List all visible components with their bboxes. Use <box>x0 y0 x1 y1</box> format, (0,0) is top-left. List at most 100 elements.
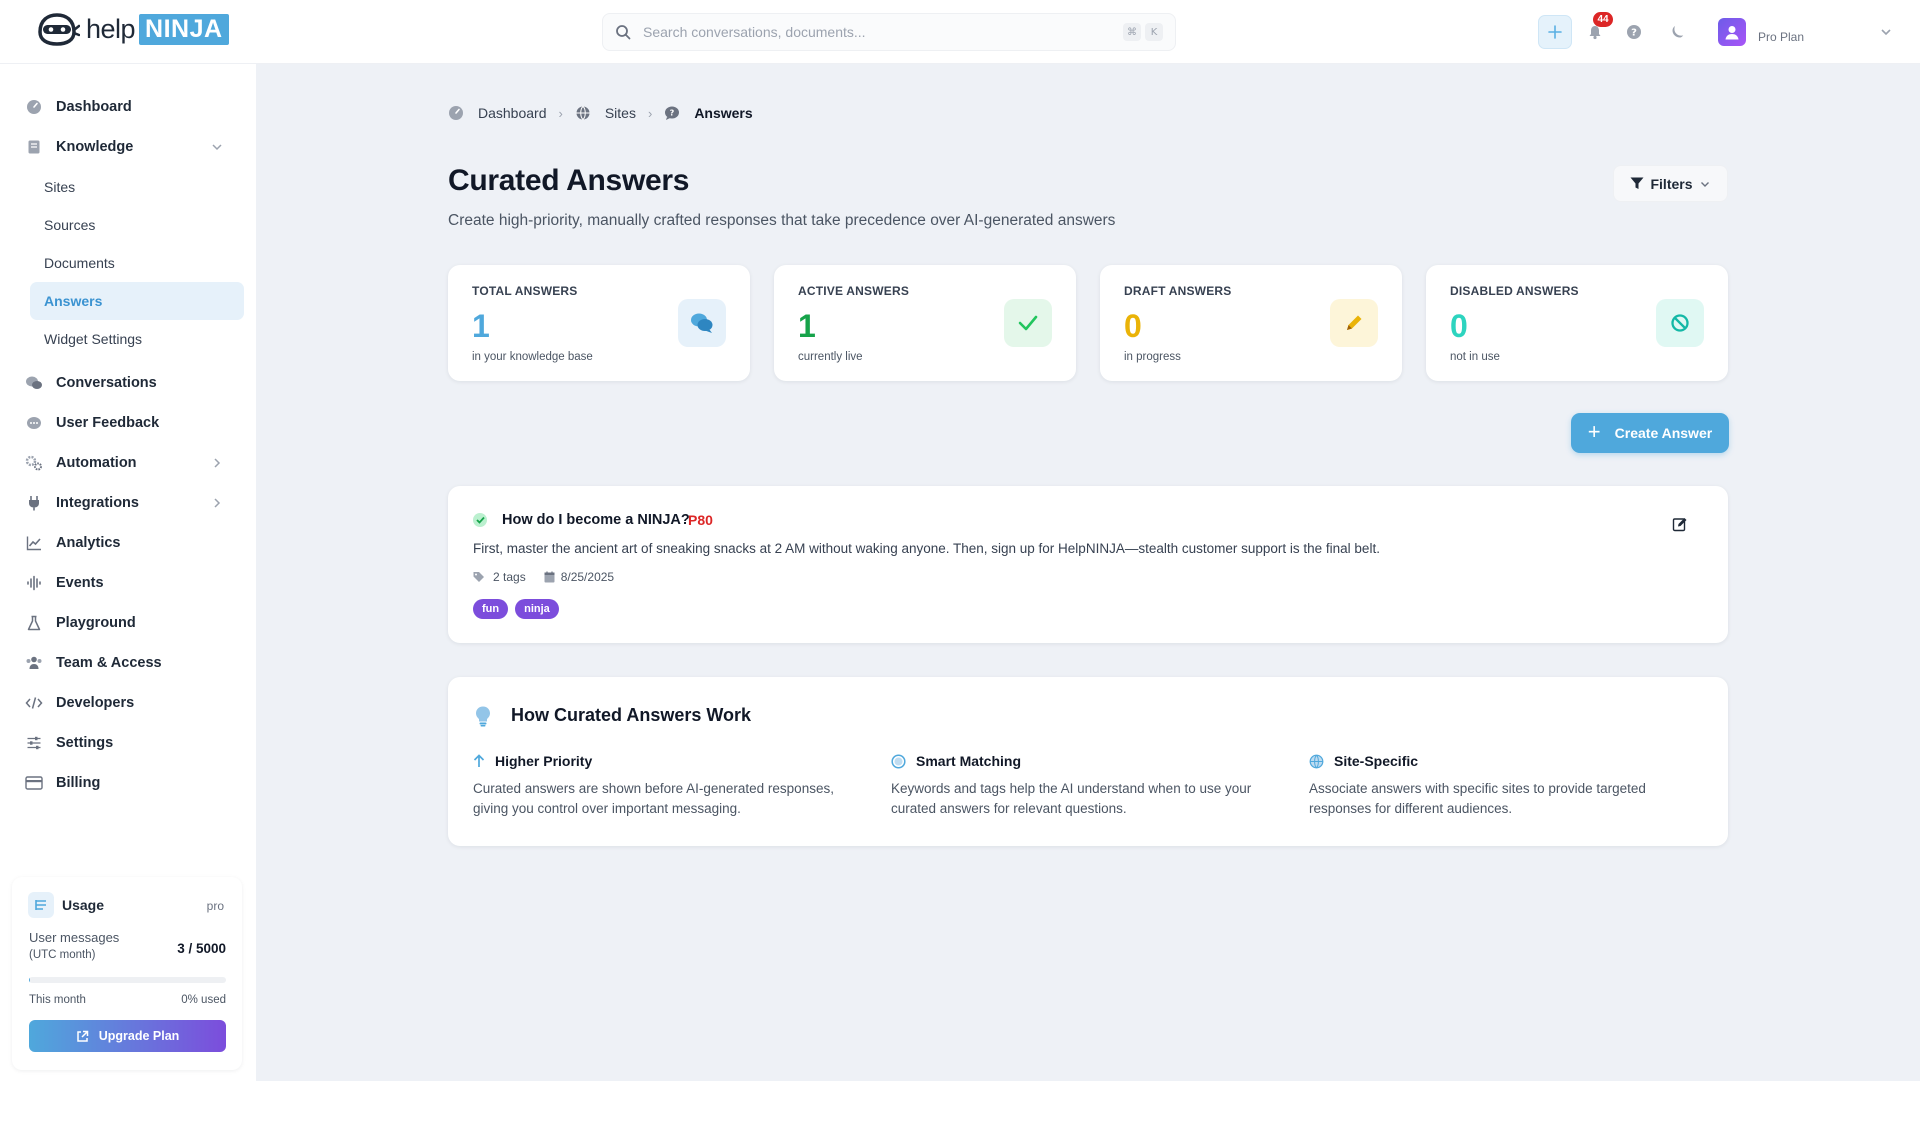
check-icon <box>1004 299 1052 347</box>
sidebar-item-label: Developers <box>56 695 135 711</box>
sidebar-item-widget-settings[interactable]: Widget Settings <box>30 320 244 358</box>
global-search[interactable]: Search conversations, documents... ⌘ K <box>602 13 1176 51</box>
search-placeholder[interactable]: Search conversations, documents... <box>643 24 1119 40</box>
help-button[interactable]: ? <box>1622 20 1646 44</box>
sidebar-item-label: Team & Access <box>56 655 162 671</box>
lightbulb-icon <box>476 706 490 727</box>
avatar <box>1718 18 1746 46</box>
svg-text:?: ? <box>1631 28 1637 39</box>
sidebar-item-integrations[interactable]: Integrations <box>24 486 244 520</box>
flask-icon <box>24 613 44 633</box>
svg-text:?: ? <box>670 109 675 118</box>
chevron-right-icon <box>214 498 221 508</box>
stat-label: ACTIVE ANSWERS <box>798 284 910 298</box>
tag-chip[interactable]: ninja <box>515 599 559 619</box>
plan-label: Pro Plan <box>1758 30 1805 44</box>
sidebar-item-user-feedback[interactable]: User Feedback <box>24 406 244 440</box>
notifications-badge: 44 <box>1593 12 1613 27</box>
ninja-mask-icon <box>38 13 80 46</box>
sidebar-item-label: Dashboard <box>56 99 132 115</box>
sidebar-item-label: Billing <box>56 775 101 791</box>
sidebar-item-label: Playground <box>56 615 136 631</box>
stat-card-disabled: DISABLED ANSWERS 0 not in use <box>1426 265 1728 381</box>
sidebar-item-billing[interactable]: Billing <box>24 766 244 800</box>
comment-question-icon: ? <box>664 105 680 121</box>
top-header: help NINJA Search conversations, documen… <box>0 0 1920 64</box>
book-icon <box>24 137 44 157</box>
upgrade-plan-button[interactable]: Upgrade Plan <box>29 1020 226 1052</box>
breadcrumb-dashboard[interactable]: Dashboard <box>478 105 547 121</box>
sidebar-item-settings[interactable]: Settings <box>24 726 244 760</box>
code-icon <box>24 693 44 713</box>
tags-icon <box>473 572 484 582</box>
sidebar-item-answers[interactable]: Answers <box>30 282 244 320</box>
edit-icon[interactable] <box>1672 516 1688 532</box>
stat-value: 1 <box>472 308 490 344</box>
how-it-works-title: How Curated Answers Work <box>511 705 752 725</box>
credit-card-icon <box>24 773 44 793</box>
sidebar-item-label: User Feedback <box>56 415 160 431</box>
account-menu[interactable]: Pro Plan <box>1718 12 1893 52</box>
feature-title: Site-Specific <box>1334 753 1419 769</box>
stat-label: DISABLED ANSWERS <box>1450 284 1579 298</box>
sidebar-item-label: Settings <box>56 735 114 751</box>
chat-bubbles-icon <box>24 373 44 393</box>
gauge-icon <box>448 105 464 121</box>
ban-icon <box>1656 299 1704 347</box>
active-status-icon <box>473 513 487 527</box>
chat-bubbles-icon <box>678 299 726 347</box>
usage-label: User messages <box>29 930 120 945</box>
answer-tags-count: 2 tags <box>493 570 526 584</box>
external-link-icon <box>76 1030 88 1042</box>
sidebar-item-team-access[interactable]: Team & Access <box>24 646 244 680</box>
feature-text: Curated answers are shown before AI-gene… <box>473 781 834 816</box>
usage-title: Usage <box>62 897 105 913</box>
answer-priority: P80 <box>688 512 713 528</box>
breadcrumb-separator: › <box>647 105 653 121</box>
stat-card-draft: DRAFT ANSWERS 0 in progress <box>1100 265 1402 381</box>
sidebar-item-playground[interactable]: Playground <box>24 606 244 640</box>
answer-card[interactable]: How do I become a NINJA? P80 First, mast… <box>448 486 1728 643</box>
theme-toggle-button[interactable] <box>1665 20 1689 44</box>
chevron-down-icon <box>1881 29 1891 36</box>
users-icon <box>24 653 44 673</box>
usage-progress-bar <box>29 977 226 983</box>
sidebar-item-sources[interactable]: Sources <box>30 206 244 244</box>
breadcrumb-separator: › <box>558 105 563 121</box>
arrow-up-icon <box>473 754 485 767</box>
sidebar-item-label: Conversations <box>56 375 157 391</box>
sidebar-item-label: Knowledge <box>56 139 134 155</box>
target-icon <box>891 753 906 769</box>
sidebar-item-developers[interactable]: Developers <box>24 686 244 720</box>
main-content: Dashboard › Sites › ? Answers Curated An… <box>256 64 1920 1081</box>
usage-month-label: This month <box>29 994 86 1006</box>
stat-subtext: not in use <box>1450 351 1500 363</box>
chevron-right-icon <box>214 458 221 468</box>
helpninja-logo[interactable]: help NINJA <box>34 10 229 48</box>
sidebar-item-analytics[interactable]: Analytics <box>24 526 244 560</box>
create-answer-label: Create Answer <box>1614 425 1713 441</box>
sidebar-item-label: Integrations <box>56 495 139 511</box>
globe-icon <box>575 105 591 121</box>
usage-value: 3 / 5000 <box>177 941 226 956</box>
sidebar-item-knowledge[interactable]: Knowledge <box>24 130 244 164</box>
sidebar-item-sites[interactable]: Sites <box>30 168 244 206</box>
tag-chip[interactable]: fun <box>473 599 509 619</box>
upgrade-plan-label: Upgrade Plan <box>98 1029 180 1043</box>
sidebar-item-documents[interactable]: Documents <box>30 244 244 282</box>
sidebar-item-events[interactable]: Events <box>24 566 244 600</box>
create-answer-button[interactable]: + Create Answer <box>1571 413 1729 453</box>
usage-card: Usage pro User messages (UTC month) 3 / … <box>12 877 242 1070</box>
waveform-icon <box>24 573 44 593</box>
quick-create-button[interactable] <box>1538 15 1572 49</box>
globe-icon <box>1309 754 1324 768</box>
sidebar-item-label: Analytics <box>56 535 121 551</box>
sidebar-item-dashboard[interactable]: Dashboard <box>24 90 244 124</box>
page-title: Curated Answers <box>448 164 690 197</box>
user-icon <box>1725 26 1739 40</box>
sidebar-item-automation[interactable]: Automation <box>24 446 244 480</box>
filters-button[interactable]: Filters <box>1613 165 1728 202</box>
answer-question[interactable]: How do I become a NINJA? <box>502 512 690 528</box>
sidebar-item-conversations[interactable]: Conversations <box>24 366 244 400</box>
breadcrumb-sites[interactable]: Sites <box>605 105 636 121</box>
